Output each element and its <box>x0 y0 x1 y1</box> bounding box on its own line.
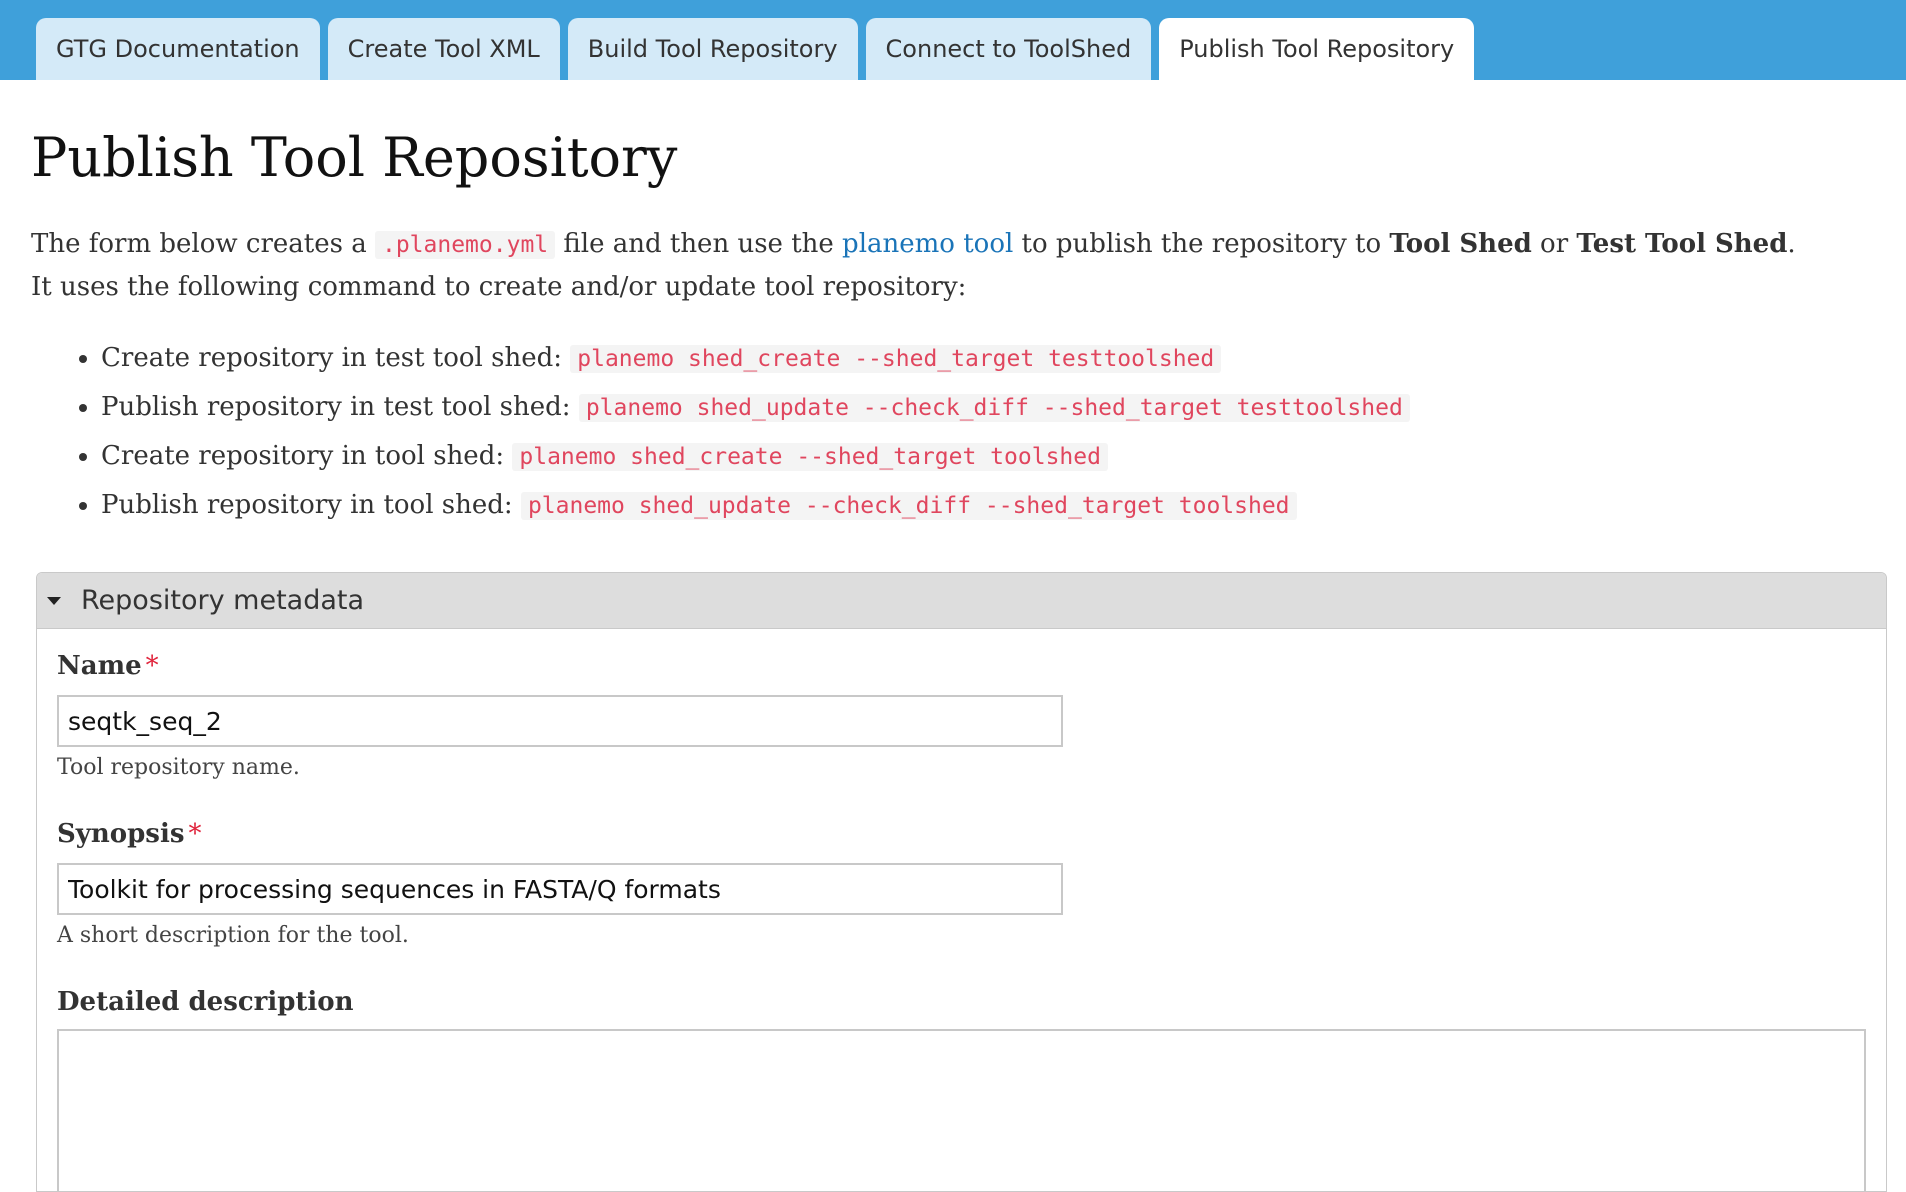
synopsis-label-text: Synopsis <box>57 819 185 849</box>
command-label: Create repository in test tool shed: <box>101 343 562 374</box>
tab-gtg-documentation[interactable]: GTG Documentation <box>36 18 320 80</box>
tab-create-tool-xml[interactable]: Create Tool XML <box>327 18 560 80</box>
command-code: planemo shed_create --shed_target testto… <box>570 345 1222 374</box>
command-label: Create repository in tool shed: <box>101 441 505 472</box>
repository-metadata-header[interactable]: Repository metadata <box>37 573 1886 629</box>
page-title: Publish Tool Repository <box>31 126 678 189</box>
intro-paragraph: The form below creates a .planemo.yml fi… <box>31 223 1876 308</box>
list-item: Publish repository in tool shed: planemo… <box>101 481 1876 530</box>
list-item: Create repository in test tool shed: pla… <box>101 334 1876 383</box>
planemo-tool-link[interactable]: planemo tool <box>842 229 1013 259</box>
intro-text: to publish the repository to <box>1013 229 1390 260</box>
main-content: Publish Tool Repository The form below c… <box>31 80 1887 1192</box>
required-marker: * <box>188 819 202 849</box>
command-code: planemo shed_create --shed_target toolsh… <box>512 443 1108 472</box>
tool-shed-bold: Tool Shed <box>1389 229 1532 260</box>
top-navigation-bar: GTG Documentation Create Tool XML Build … <box>0 0 1906 80</box>
tab-build-tool-repository[interactable]: Build Tool Repository <box>567 18 858 80</box>
repository-metadata-panel: Repository metadata Name* Tool repositor… <box>36 572 1887 1192</box>
name-help-text: Tool repository name. <box>57 755 300 780</box>
panel-title: Repository metadata <box>81 585 365 616</box>
command-code: planemo shed_update --check_diff --shed_… <box>520 492 1297 521</box>
intro-text: file and then use the <box>555 229 843 260</box>
command-label: Publish repository in test tool shed: <box>101 392 571 423</box>
name-label-text: Name <box>57 651 142 681</box>
synopsis-label: Synopsis * <box>57 819 1866 851</box>
intro-text: or <box>1531 229 1577 260</box>
required-marker: * <box>145 651 159 681</box>
panel-body: Name* Tool repository name. Synopsis* A … <box>37 651 1886 1191</box>
name-input[interactable] <box>57 695 1063 747</box>
synopsis-help-text: A short description for the tool. <box>57 923 409 948</box>
caret-down-icon <box>47 596 61 605</box>
command-code: planemo shed_update --check_diff --shed_… <box>578 394 1410 423</box>
list-item: Publish repository in test tool shed: pl… <box>101 383 1876 432</box>
intro-text: . <box>1787 229 1796 260</box>
test-tool-shed-bold: Test Tool Shed <box>1576 229 1788 260</box>
list-item: Create repository in tool shed: planemo … <box>101 432 1876 481</box>
tab-connect-to-toolshed[interactable]: Connect to ToolShed <box>865 18 1152 80</box>
planemo-file-code: .planemo.yml <box>374 231 556 260</box>
detailed-description-textarea[interactable] <box>57 1029 1866 1191</box>
intro-line-2: It uses the following command to create … <box>31 272 967 303</box>
command-label: Publish repository in tool shed: <box>101 490 513 521</box>
synopsis-input[interactable] <box>57 863 1063 915</box>
tab-bar: GTG Documentation Create Tool XML Build … <box>36 18 1475 80</box>
tab-publish-tool-repository[interactable]: Publish Tool Repository <box>1159 18 1475 80</box>
intro-text: The form below creates a <box>31 229 375 260</box>
name-label: Name * <box>57 651 1866 683</box>
detailed-description-label: Detailed description <box>57 987 354 1017</box>
command-list: Create repository in test tool shed: pla… <box>31 334 1876 530</box>
